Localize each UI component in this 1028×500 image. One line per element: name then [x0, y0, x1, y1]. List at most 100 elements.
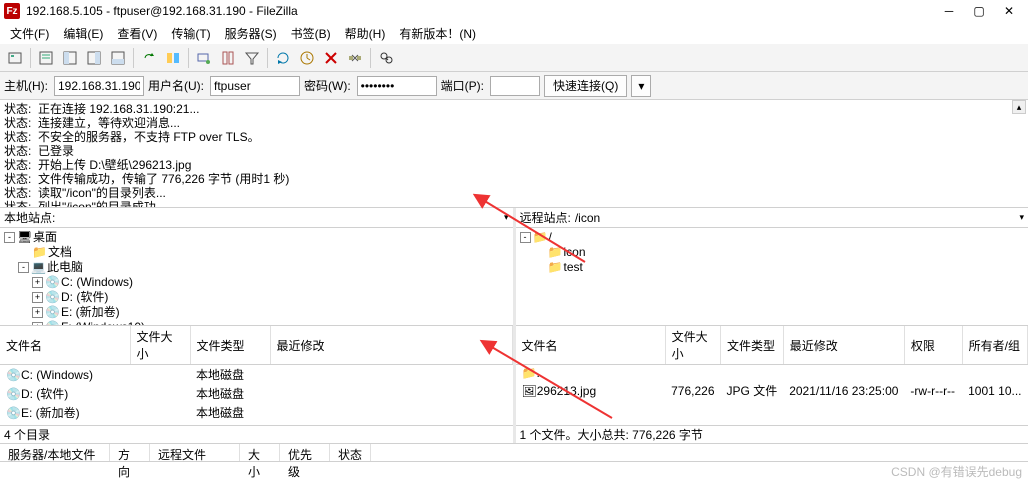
- local-footer: 4 个目录: [0, 425, 513, 443]
- qcol-status[interactable]: 状态: [330, 444, 371, 461]
- toggle-queue-icon[interactable]: [107, 47, 129, 69]
- drive-icon: 💿: [45, 275, 59, 290]
- table-row[interactable]: 🖼296213.jpg776,226JPG 文件2021/11/16 23:25…: [516, 381, 1028, 400]
- local-path-input[interactable]: [59, 210, 500, 226]
- drive-icon: 💿: [45, 290, 59, 305]
- cancel-icon[interactable]: [320, 47, 342, 69]
- disconnect-icon[interactable]: [344, 47, 366, 69]
- sitemgr-icon[interactable]: [4, 47, 26, 69]
- compare-icon[interactable]: [162, 47, 184, 69]
- col-type[interactable]: 文件类型: [190, 326, 270, 365]
- remote-tree[interactable]: -📁/ 📁icon 📁test: [516, 228, 1028, 326]
- sync-icon[interactable]: [138, 47, 160, 69]
- col-modified[interactable]: 最近修改: [270, 326, 512, 365]
- expand-icon[interactable]: +: [32, 307, 43, 318]
- menu-edit[interactable]: 编辑(E): [57, 23, 109, 44]
- remote-site-label: 远程站点:: [520, 209, 571, 226]
- log-label: 状态:: [4, 144, 31, 158]
- quickconnect-dropdown[interactable]: ▾: [631, 75, 651, 97]
- menu-file[interactable]: 文件(F): [4, 23, 55, 44]
- refresh-icon[interactable]: [272, 47, 294, 69]
- log-text: 已登录: [38, 144, 74, 158]
- qcol-host[interactable]: 服务器/本地文件: [0, 444, 110, 461]
- watermark: CSDN @有错误先debug: [891, 463, 1022, 480]
- pass-input[interactable]: [357, 76, 437, 96]
- toggle-localtree-icon[interactable]: [59, 47, 81, 69]
- scroll-up-icon[interactable]: ▴: [1012, 100, 1026, 114]
- qcol-dir[interactable]: 方向: [110, 444, 150, 461]
- local-tree[interactable]: -🖥桌面 📁文档 -💻此电脑 +💿C: (Windows) +💿D: (软件) …: [0, 228, 513, 326]
- user-input[interactable]: [210, 76, 300, 96]
- collapse-icon[interactable]: -: [520, 232, 531, 243]
- dropdown-icon[interactable]: ▾: [1019, 212, 1024, 223]
- tree-desktop[interactable]: 桌面: [33, 230, 57, 244]
- desktop-icon: 🖥: [17, 230, 31, 245]
- tree-icon-folder[interactable]: icon: [564, 245, 586, 259]
- local-grid[interactable]: 文件名 文件大小 文件类型 最近修改 💿C: (Windows)本地磁盘💿D: …: [0, 326, 513, 425]
- collapse-icon[interactable]: -: [18, 262, 29, 273]
- table-row[interactable]: 💿E: (新加卷)本地磁盘: [0, 403, 512, 422]
- menu-bookmarks[interactable]: 书签(B): [285, 23, 337, 44]
- folder-icon: 📁: [548, 260, 562, 275]
- col-name[interactable]: 文件名: [516, 326, 666, 365]
- log-text: 文件传输成功，传输了 776,226 字节 (用时1 秒): [38, 172, 289, 186]
- table-row[interactable]: 💿C: (Windows)本地磁盘: [0, 365, 512, 385]
- tree-documents[interactable]: 文档: [48, 245, 72, 259]
- collapse-icon[interactable]: -: [4, 232, 15, 243]
- col-size[interactable]: 文件大小: [130, 326, 190, 365]
- col-modified[interactable]: 最近修改: [783, 326, 904, 365]
- quickconnect-bar: 主机(H): 用户名(U): 密码(W): 端口(P): 快速连接(Q) ▾: [0, 72, 1028, 100]
- qcol-size[interactable]: 大小: [240, 444, 280, 461]
- host-input[interactable]: [54, 76, 144, 96]
- col-size[interactable]: 文件大小: [665, 326, 720, 365]
- menu-help[interactable]: 帮助(H): [339, 23, 392, 44]
- remote-path-input[interactable]: [575, 210, 1016, 226]
- toggle-remotetree-icon[interactable]: [83, 47, 105, 69]
- tree-thispc[interactable]: 此电脑: [47, 260, 83, 274]
- port-input[interactable]: [490, 76, 540, 96]
- col-type[interactable]: 文件类型: [721, 326, 784, 365]
- remote-footer: 1 个文件。大小总共: 776,226 字节: [516, 425, 1028, 443]
- col-owner[interactable]: 所有者/组: [962, 326, 1027, 365]
- quickconnect-button[interactable]: 快速连接(Q): [544, 75, 627, 97]
- toggle-filter-icon[interactable]: [241, 47, 263, 69]
- tree-root[interactable]: /: [549, 230, 552, 244]
- folder-icon: 📁: [522, 366, 537, 380]
- tree-drive-e[interactable]: E: (新加卷): [61, 305, 120, 319]
- toggle-log-icon[interactable]: [35, 47, 57, 69]
- menu-newversion[interactable]: 有新版本！(N): [393, 23, 482, 44]
- search-icon[interactable]: [375, 47, 397, 69]
- log-label: 状态:: [4, 172, 31, 186]
- col-name[interactable]: 文件名: [0, 326, 130, 365]
- qcol-remote[interactable]: 远程文件: [150, 444, 240, 461]
- menu-view[interactable]: 查看(V): [111, 23, 163, 44]
- minimize-button[interactable]: ─: [934, 1, 964, 21]
- expand-icon[interactable]: +: [32, 292, 43, 303]
- tree-drive-c[interactable]: C: (Windows): [61, 275, 133, 289]
- table-row[interactable]: 💿D: (软件)本地磁盘: [0, 384, 512, 403]
- maximize-button[interactable]: ▢: [964, 1, 994, 21]
- port-label: 端口(P):: [441, 77, 484, 94]
- remote-pane: 远程站点: ▾ -📁/ 📁icon 📁test 文件名 文件大小 文件类型 最近…: [516, 208, 1028, 443]
- tree-drive-d[interactable]: D: (软件): [61, 290, 108, 304]
- remote-grid[interactable]: 文件名 文件大小 文件类型 最近修改 权限 所有者/组 📁.. 🖼296213.…: [516, 326, 1028, 425]
- process-queue-icon[interactable]: [296, 47, 318, 69]
- updir[interactable]: ..: [536, 366, 543, 380]
- host-label: 主机(H):: [4, 77, 48, 94]
- menu-transfer[interactable]: 传输(T): [165, 23, 216, 44]
- log-label: 状态:: [4, 186, 31, 200]
- file-icon: 🖼: [522, 384, 537, 398]
- user-label: 用户名(U):: [148, 77, 204, 94]
- tree-test-folder[interactable]: test: [564, 260, 583, 274]
- sitemgr2-icon[interactable]: [193, 47, 215, 69]
- queue-header: 服务器/本地文件 方向 远程文件 大小 优先级 状态: [0, 444, 1028, 462]
- menu-server[interactable]: 服务器(S): [219, 23, 283, 44]
- drive-icon: 💿: [6, 406, 21, 420]
- filters-icon[interactable]: [217, 47, 239, 69]
- close-button[interactable]: ✕: [994, 1, 1024, 21]
- dropdown-icon[interactable]: ▾: [504, 212, 509, 223]
- col-perm[interactable]: 权限: [904, 326, 962, 365]
- qcol-prio[interactable]: 优先级: [280, 444, 330, 461]
- expand-icon[interactable]: +: [32, 277, 43, 288]
- table-row[interactable]: 📁..: [516, 365, 1028, 382]
